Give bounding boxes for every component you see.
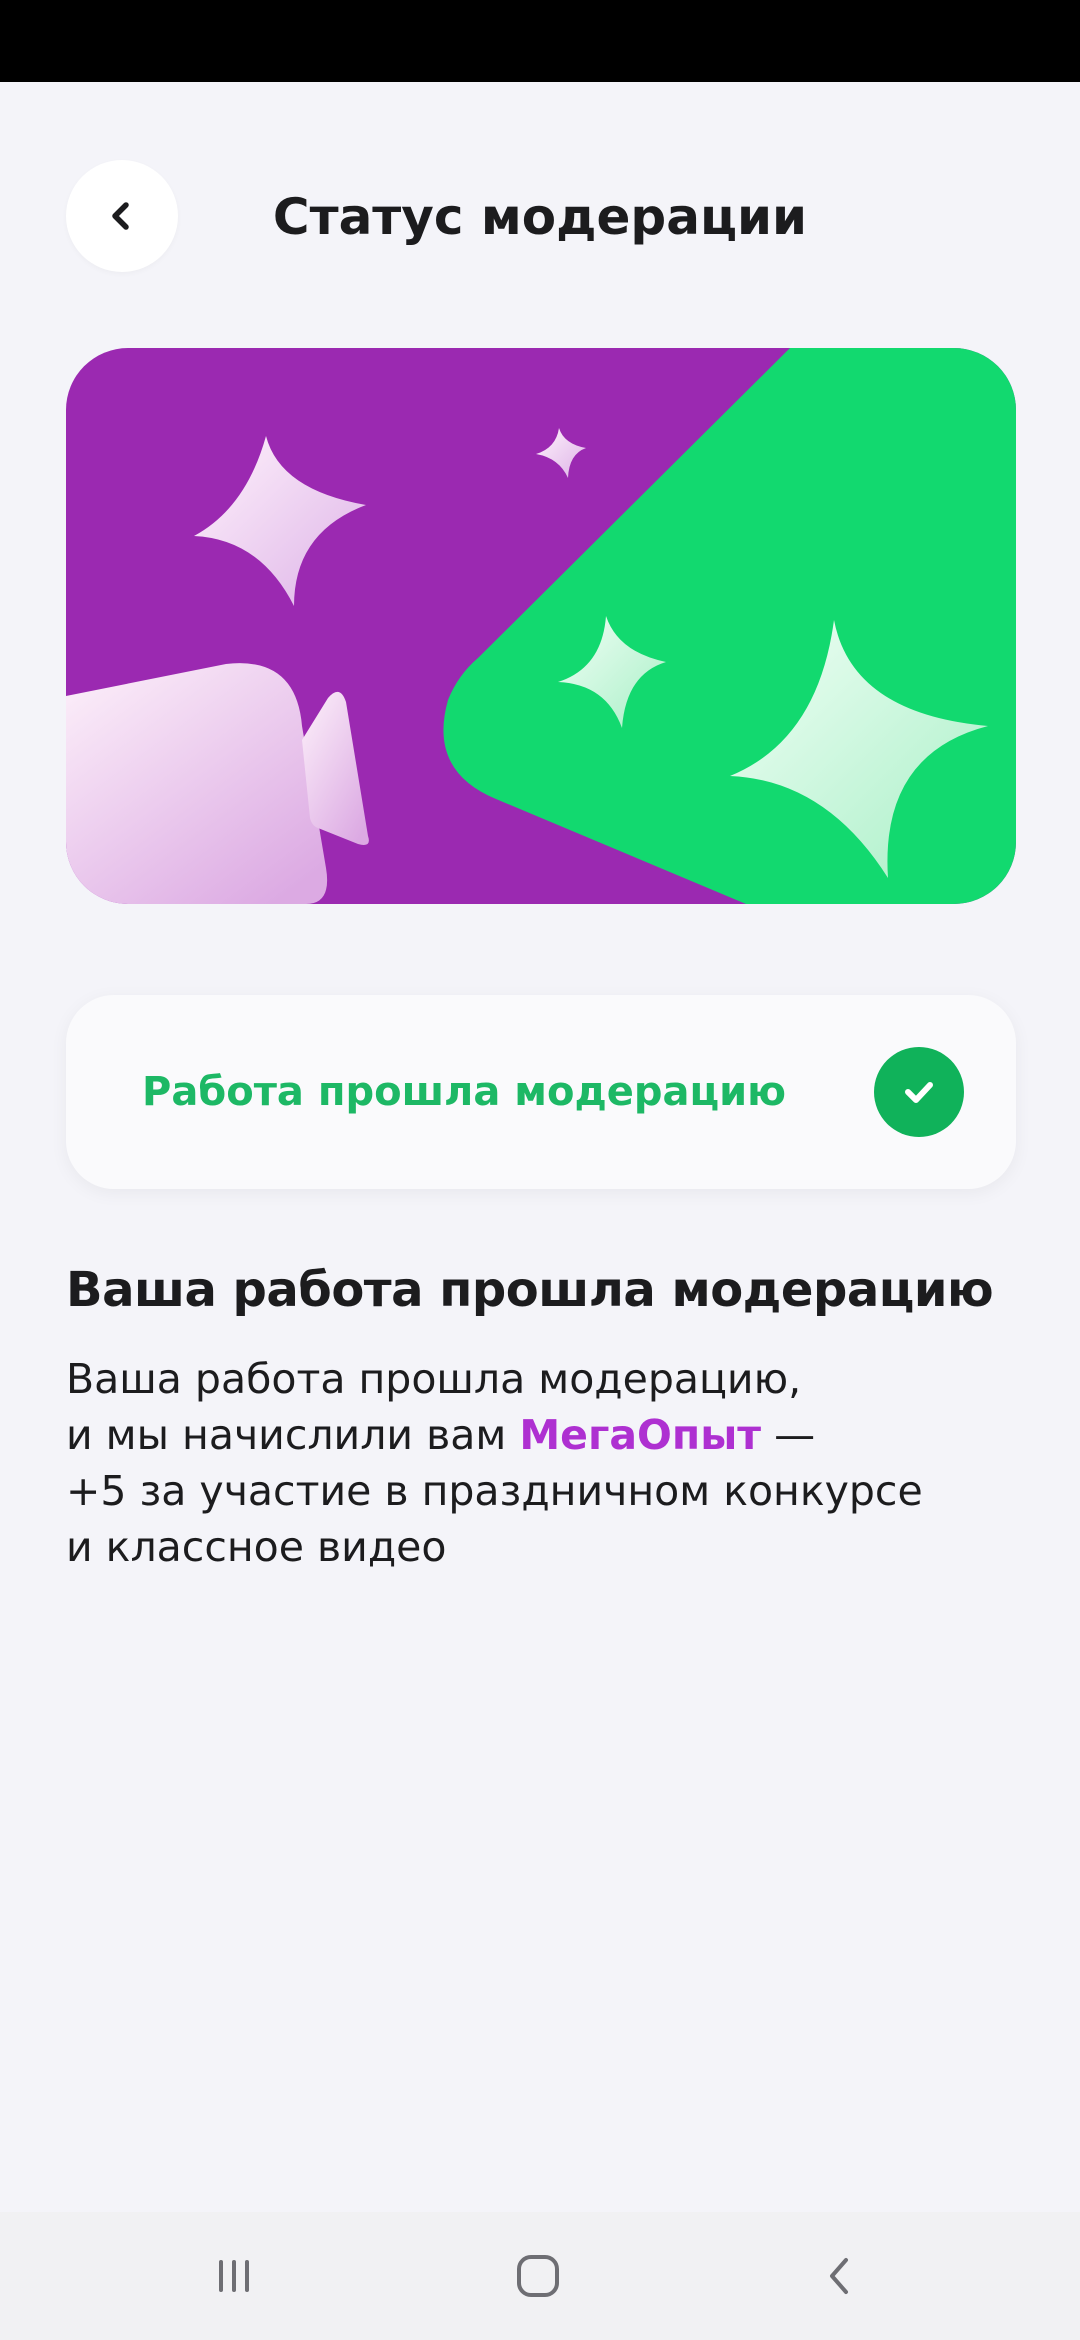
- recents-button[interactable]: [174, 2236, 294, 2316]
- home-button[interactable]: [478, 2236, 598, 2316]
- result-line-2-suffix: —: [761, 1411, 816, 1459]
- result-line-3: +5 за участие в праздничном конкурсе: [66, 1467, 923, 1515]
- check-circle-icon: [874, 1047, 964, 1137]
- megaopyt-highlight: МегаОпыт: [519, 1411, 762, 1459]
- result-description: Ваша работа прошла модерацию, и мы начис…: [66, 1351, 1026, 1575]
- result-line-2: и мы начислили вам МегаОпыт —: [66, 1407, 1026, 1463]
- hero-banner: [66, 348, 1016, 904]
- chevron-left-icon: [112, 202, 129, 230]
- result-title: Ваша работа прошла модерацию: [66, 1262, 994, 1318]
- moderation-status-label: Работа прошла модерацию: [142, 1069, 787, 1115]
- recents-icon: [219, 2260, 249, 2292]
- back-icon: [830, 2258, 848, 2294]
- block-large-purple: [66, 663, 328, 904]
- header: Статус модерации: [0, 82, 1080, 347]
- result-line-4: и классное видео: [66, 1523, 447, 1571]
- moderation-status-card: Работа прошла модерацию: [66, 995, 1016, 1189]
- system-nav-bar: [0, 2212, 1080, 2340]
- result-line-1: Ваша работа прошла модерацию,: [66, 1355, 802, 1403]
- status-bar: [0, 0, 1080, 82]
- page-title: Статус модерации: [272, 188, 808, 246]
- result-line-2-prefix: и мы начислили вам: [66, 1411, 520, 1459]
- back-button[interactable]: [66, 160, 178, 272]
- system-back-button[interactable]: [780, 2236, 900, 2316]
- home-icon: [517, 2255, 559, 2297]
